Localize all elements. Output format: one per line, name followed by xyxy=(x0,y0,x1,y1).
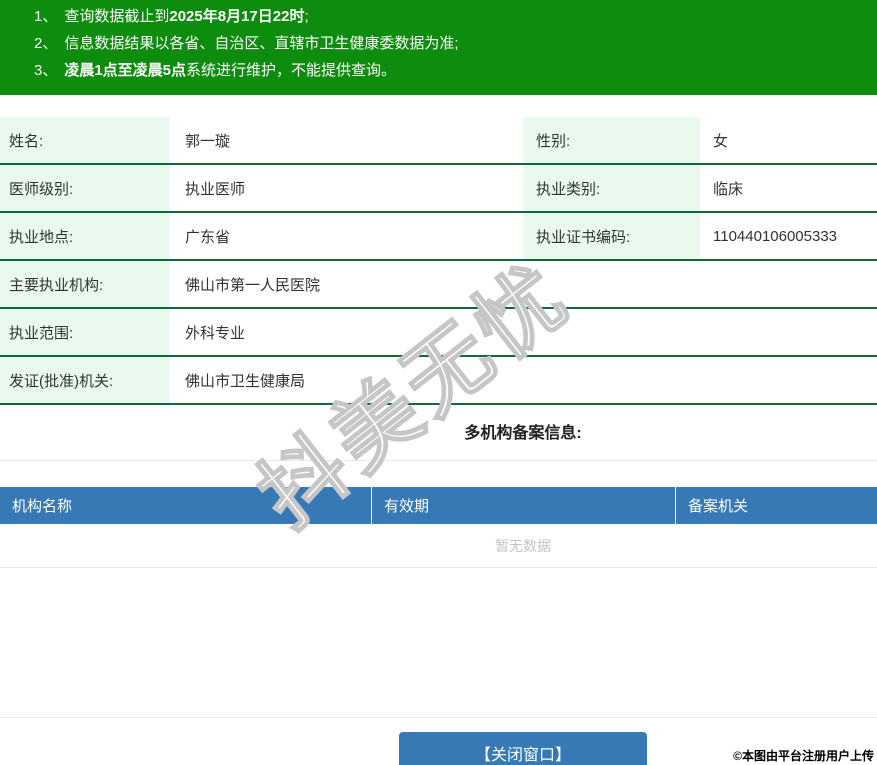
field-value-doctor-level: 执业医师 xyxy=(185,180,246,198)
notice-text: ; xyxy=(304,8,309,25)
field-label-issuing-authority: 发证(批准)机关: xyxy=(0,357,170,403)
field-value-practice-category: 临床 xyxy=(713,180,744,198)
info-row-practice-scope: 执业范围: 外科专业 xyxy=(0,309,877,357)
notice-text: 系统进行维护，不能提供查询。 xyxy=(186,62,397,79)
field-label-practice-location: 执业地点: xyxy=(0,213,170,259)
notice-banner: 1、 查询数据截止到2025年8月17日22时; 2、 信息数据结果以各省、自治区、… xyxy=(0,0,877,95)
header-cell-institution-name: 机构名称 xyxy=(0,487,372,524)
field-value-certificate-number: 110440106005333 xyxy=(713,227,838,245)
credit-watermark: ©本图由平台注册用户上传 xyxy=(733,749,874,763)
field-label-doctor-level: 医师级别: xyxy=(0,165,170,211)
practitioner-info-table: 姓名: 郭一璇 性别: 女 医师级别: 执业医师 执业类别: 临床 执业地点: … xyxy=(0,117,877,405)
field-label-practice-scope: 执业范围: xyxy=(0,309,170,355)
header-cell-validity-period: 有效期 xyxy=(372,487,676,524)
notice-number: 2、 xyxy=(34,35,58,52)
info-row-location-certificate: 执业地点: 广东省 执业证书编码: 110440106005333 xyxy=(0,213,877,261)
info-row-name-gender: 姓名: 郭一璇 性别: 女 xyxy=(0,117,877,165)
field-value-gender: 女 xyxy=(713,132,729,150)
notice-number: 1、 xyxy=(34,8,58,25)
close-window-button[interactable]: 【关闭窗口】 xyxy=(399,732,647,765)
notice-line-3: 3、 凌晨1点至凌晨5点系统进行维护，不能提供查询。 xyxy=(34,57,877,84)
notice-text: 查询数据截止到 xyxy=(64,8,170,25)
notice-bold-text: 2025年8月17日22时 xyxy=(169,8,305,25)
field-value-main-institution: 佛山市第一人民医院 xyxy=(185,276,321,294)
section-divider xyxy=(0,460,877,461)
field-value-practice-scope: 外科专业 xyxy=(185,324,246,342)
notice-line-1: 1、 查询数据截止到2025年8月17日22时; xyxy=(34,3,877,30)
empty-data-text: 暂无数据 xyxy=(0,524,877,568)
registry-header-row: 机构名称 有效期 备案机关 xyxy=(0,487,877,524)
field-label-main-institution: 主要执业机构: xyxy=(0,261,170,307)
field-value-practice-location: 广东省 xyxy=(185,228,231,246)
header-cell-filing-authority: 备案机关 xyxy=(688,498,749,515)
footer-divider xyxy=(0,717,877,718)
notice-line-2: 2、 信息数据结果以各省、自治区、直辖市卫生健康委数据为准; xyxy=(34,30,877,57)
field-label-gender: 性别: xyxy=(523,117,700,163)
field-value-name: 郭一璇 xyxy=(185,132,231,150)
info-row-issuing-authority: 发证(批准)机关: 佛山市卫生健康局 xyxy=(0,357,877,405)
notice-bold-text: 凌晨1点至凌晨5点 xyxy=(64,62,187,79)
field-label-name: 姓名: xyxy=(0,117,170,163)
notice-text: 信息数据结果以各省、自治区、直辖市卫生健康委数据为准; xyxy=(64,35,459,52)
page-container: 1、 查询数据截止到2025年8月17日22时; 2、 信息数据结果以各省、自治区、… xyxy=(0,0,877,765)
field-value-issuing-authority: 佛山市卫生健康局 xyxy=(185,372,306,390)
info-row-level-category: 医师级别: 执业医师 执业类别: 临床 xyxy=(0,165,877,213)
section-title-multi-org-registry: 多机构备案信息: xyxy=(464,425,582,442)
field-label-certificate-number: 执业证书编码: xyxy=(523,213,700,259)
field-label-practice-category: 执业类别: xyxy=(523,165,700,211)
info-row-main-institution: 主要执业机构: 佛山市第一人民医院 xyxy=(0,261,877,309)
notice-number: 3、 xyxy=(34,62,58,79)
